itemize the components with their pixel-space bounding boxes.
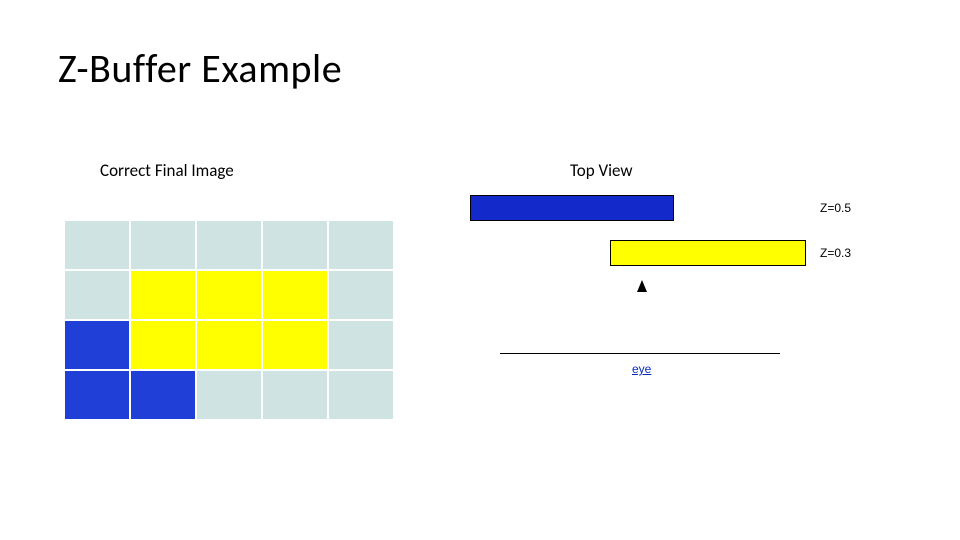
caption-left: Correct Final Image [100,160,234,181]
caption-right: Top View [570,160,633,181]
grid-cell [130,270,196,320]
grid-cell [64,270,130,320]
top-view-bar-blue [470,195,674,221]
z-label-blue: Z=0.5 [820,201,851,215]
grid-cell [196,220,262,270]
result-grid [64,220,394,420]
z-label-yellow: Z=0.3 [820,246,851,260]
slide-title: Z-Buffer Example [58,44,342,93]
grid-cell [262,220,328,270]
screen-line [500,353,780,354]
grid-cell [328,370,394,420]
grid-cell [130,220,196,270]
grid-cell [262,270,328,320]
grid-cell [328,320,394,370]
grid-cell [64,320,130,370]
grid-cell [196,320,262,370]
grid-cell [196,270,262,320]
grid-cell [196,370,262,420]
eye-label: eye [632,362,651,376]
grid-cell [130,370,196,420]
grid-cell [64,370,130,420]
grid-cell [262,370,328,420]
slide: Z-Buffer Example Correct Final Image Top… [0,0,960,540]
top-view-diagram: Z=0.5 Z=0.3 eye [470,195,890,475]
up-arrow-icon [637,280,647,292]
grid-cell [130,320,196,370]
top-view-bar-yellow [610,240,806,266]
grid-cell [328,220,394,270]
grid-cell [262,320,328,370]
grid-cell [328,270,394,320]
grid-cell [64,220,130,270]
